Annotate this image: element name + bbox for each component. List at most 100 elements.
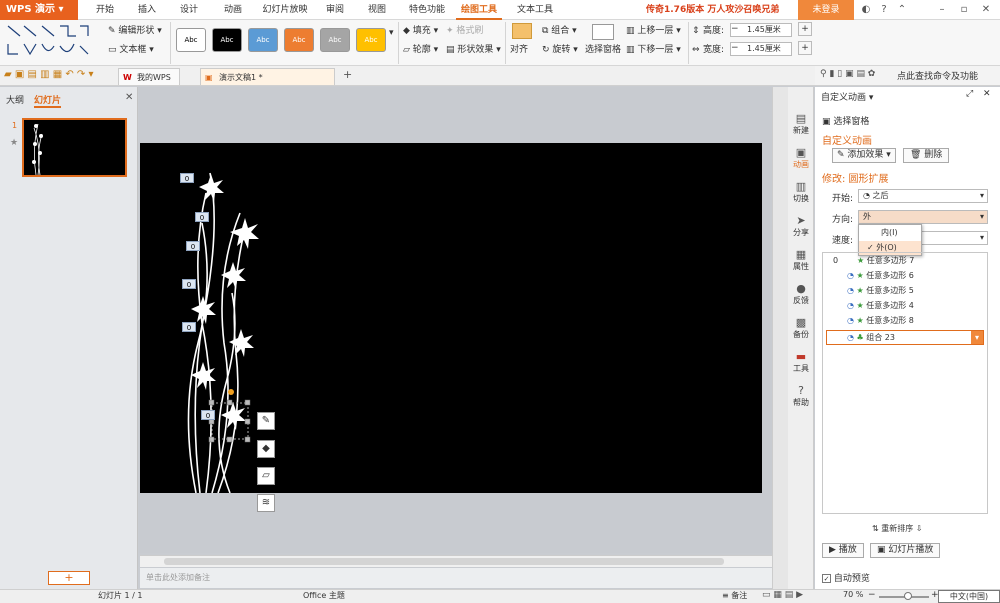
- select-pane-icon[interactable]: [592, 24, 614, 40]
- pane-title-dropdown[interactable]: 自定义动画 ▾: [821, 90, 873, 103]
- vine-flower-graphic[interactable]: [140, 143, 762, 494]
- maximize-icon[interactable]: ▫: [956, 0, 972, 20]
- outline-button[interactable]: ▱ 轮廓 ▾: [403, 42, 438, 58]
- sidebar-animation[interactable]: ▣ 动画: [788, 146, 814, 170]
- chevron-down-icon[interactable]: ▾: [971, 331, 983, 344]
- start-select[interactable]: ◔ 之后 ▾: [858, 189, 988, 203]
- sidebar-new[interactable]: ▤ 新建: [788, 112, 814, 136]
- sidebar-transition[interactable]: ▥ 切换: [788, 180, 814, 204]
- autopreview-checkbox[interactable]: ✓ 自动预览: [822, 571, 870, 584]
- style-swatch-blue[interactable]: Abc: [248, 28, 278, 52]
- view-mode-icons[interactable]: ▭ ▦ ▤ ▶: [762, 590, 803, 600]
- tab-animation[interactable]: 动画: [218, 0, 248, 20]
- animation-order-tag[interactable]: 0: [186, 241, 200, 251]
- width-input[interactable]: 1.45厘米: [730, 42, 792, 56]
- zoom-level[interactable]: 70 %: [843, 590, 863, 599]
- sidebar-backup[interactable]: ▩ 备份: [788, 316, 814, 340]
- bring-forward-button[interactable]: ▥ 上移一层 ▾: [626, 23, 681, 39]
- style-swatch-white[interactable]: Abc: [176, 28, 206, 52]
- notes-toggle[interactable]: ≡ 备注: [722, 590, 747, 601]
- outline-float-icon[interactable]: ▱: [257, 467, 275, 485]
- style-swatch-gold[interactable]: Abc: [356, 28, 386, 52]
- scrollbar-thumb[interactable]: [164, 558, 724, 565]
- play-button[interactable]: ▶ 播放: [822, 543, 864, 558]
- group-button[interactable]: ⧉ 组合 ▾: [542, 23, 577, 39]
- animation-order-tag[interactable]: 0: [180, 173, 194, 183]
- sidebar-properties[interactable]: ▦ 属性: [788, 248, 814, 272]
- dropdown-option-in[interactable]: 内(I): [881, 227, 898, 238]
- slide-thumbnail[interactable]: [22, 118, 127, 177]
- animation-item[interactable]: ◔ ★ 任意多边形 8: [833, 314, 914, 328]
- width-decrement[interactable]: −: [731, 43, 739, 53]
- app-menu-button[interactable]: WPS 演示 ▾: [0, 0, 78, 20]
- help-icon[interactable]: ?: [876, 0, 892, 20]
- tab-outline[interactable]: 大纲: [6, 93, 24, 106]
- format-brush-button[interactable]: ✦ 格式刷: [446, 23, 483, 39]
- delete-effect-button[interactable]: 🗑 删除: [903, 148, 950, 163]
- edit-shape-button[interactable]: ✎ 编辑形状 ▾: [108, 23, 162, 39]
- tab-drawing-tools[interactable]: 绘图工具: [456, 0, 502, 20]
- align-icon[interactable]: [512, 23, 532, 39]
- ime-language-indicator[interactable]: 中文(中国): [938, 590, 1000, 603]
- promo-link[interactable]: 传奇1.76版本 万人攻沙召唤兄弟: [646, 0, 779, 20]
- select-pane-button[interactable]: 选择窗格: [585, 42, 621, 58]
- tab-design[interactable]: 设计: [174, 0, 204, 20]
- close-pane-icon[interactable]: ✕: [125, 92, 133, 103]
- zoom-out-button[interactable]: −: [868, 590, 876, 600]
- text-box-button[interactable]: ▭ 文本框 ▾: [108, 42, 154, 58]
- sidebar-help[interactable]: ? 帮助: [788, 384, 814, 408]
- animation-order-tag[interactable]: 0: [201, 410, 215, 420]
- restore-ribbon-icon[interactable]: ⌃: [894, 0, 910, 20]
- animation-item[interactable]: ◔ ★ 任意多边形 6: [833, 269, 914, 283]
- animation-order-tag[interactable]: 0: [182, 322, 196, 332]
- search-tools-icons[interactable]: ⚲ ▮ ▯ ▣ ▤ ✿: [820, 69, 875, 79]
- horizontal-scrollbar[interactable]: [140, 555, 772, 567]
- pin-pane-icon[interactable]: ⤢: [966, 89, 973, 99]
- rotate-button[interactable]: ↻ 旋转 ▾: [542, 42, 578, 58]
- speed-select[interactable]: ▾: [920, 231, 988, 245]
- animation-item[interactable]: ◔ ★ 任意多边形 5: [833, 284, 914, 298]
- tab-slides[interactable]: 幻灯片: [34, 93, 62, 108]
- slide-canvas[interactable]: [140, 143, 762, 494]
- send-backward-button[interactable]: ▥ 下移一层 ▾: [626, 42, 681, 58]
- layers-float-icon[interactable]: ≋: [257, 494, 275, 512]
- minimize-icon[interactable]: –: [934, 0, 950, 20]
- login-button[interactable]: 未登录: [798, 0, 854, 20]
- direction-select[interactable]: 外 ▾: [858, 210, 988, 224]
- tab-view[interactable]: 视图: [362, 0, 392, 20]
- animation-item[interactable]: 0 ★ 任意多边形 7: [833, 254, 914, 268]
- add-effect-button[interactable]: ✎ 添加效果 ▾: [832, 148, 896, 163]
- vertical-scrollbar[interactable]: [772, 87, 788, 589]
- add-slide-button[interactable]: +: [48, 571, 90, 585]
- sidebar-tools[interactable]: ▬ 工具: [788, 350, 814, 374]
- style-swatch-gray[interactable]: Abc: [320, 28, 350, 52]
- rotate-handle[interactable]: [228, 389, 234, 395]
- sidebar-feedback[interactable]: ● 反馈: [788, 282, 814, 306]
- fill-button[interactable]: ◆ 填充 ▾: [403, 23, 438, 39]
- skin-icon[interactable]: ◐: [858, 0, 874, 20]
- tab-home[interactable]: 开始: [90, 0, 120, 20]
- animation-item[interactable]: ◔ ★ 任意多边形 4: [833, 299, 914, 313]
- quick-access-toolbar[interactable]: ▰ ▣ ▤ ▥ ▦ ↶ ↷ ▾: [4, 69, 94, 80]
- theme-name[interactable]: Office 主题: [303, 590, 345, 601]
- tab-text-tools[interactable]: 文本工具: [512, 0, 558, 20]
- doc-tab-presentation[interactable]: ▣ 演示文稿1 *: [200, 68, 335, 85]
- style-gallery-more[interactable]: ▾: [389, 25, 394, 41]
- tab-insert[interactable]: 插入: [132, 0, 162, 20]
- tab-features[interactable]: 特色功能: [404, 0, 450, 20]
- shape-effect-button[interactable]: ▤ 形状效果 ▾: [446, 42, 501, 58]
- animation-item-selected[interactable]: ◔ ♣ 组合 23 ▾: [826, 330, 984, 345]
- shape-edit-float-icon[interactable]: ✎: [257, 412, 275, 430]
- new-tab-button[interactable]: +: [343, 68, 352, 81]
- slideshow-button[interactable]: ▣ 幻灯片播放: [870, 543, 941, 558]
- animation-order-tag[interactable]: 0: [195, 212, 209, 222]
- width-increment[interactable]: +: [798, 41, 812, 55]
- zoom-slider-thumb[interactable]: [904, 592, 912, 600]
- style-swatch-orange[interactable]: Abc: [284, 28, 314, 52]
- tab-slideshow[interactable]: 幻灯片放映: [260, 0, 310, 20]
- reorder-control[interactable]: ⇅ 重新排序 ⇩: [872, 523, 923, 534]
- align-button[interactable]: 对齐: [510, 42, 528, 58]
- doc-tab-my-wps[interactable]: W 我的WPS: [118, 68, 180, 85]
- lines-gallery-icon[interactable]: [4, 22, 94, 62]
- height-decrement[interactable]: −: [731, 24, 739, 34]
